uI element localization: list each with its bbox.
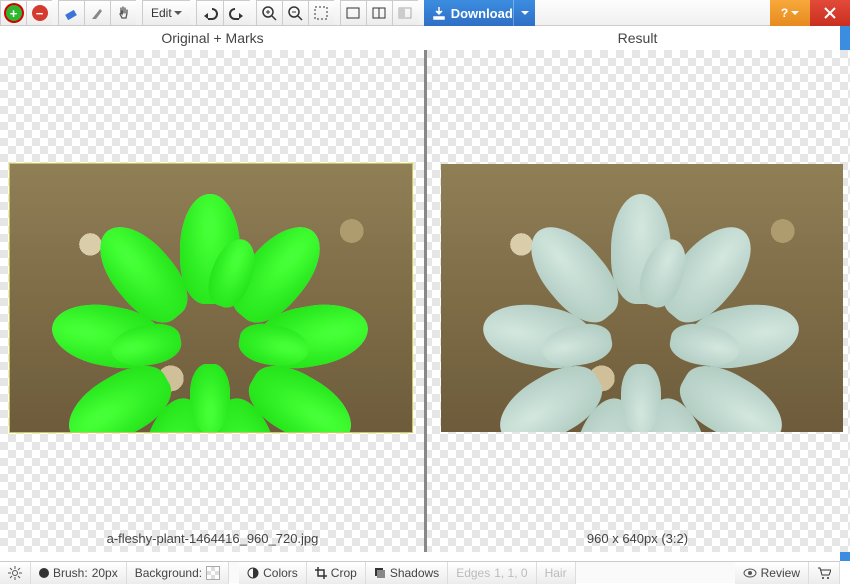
help-button[interactable]: ?: [770, 0, 810, 26]
edit-label: Edit: [151, 6, 172, 20]
fit-button[interactable]: [308, 0, 334, 26]
shadows-label: Shadows: [390, 566, 439, 580]
close-button[interactable]: [810, 0, 850, 26]
contrast-icon: [247, 567, 259, 579]
eye-icon: [743, 568, 757, 578]
filename-label: a-fleshy-plant-1464416_960_720.jpg: [0, 531, 425, 546]
left-header: Original + Marks: [0, 30, 425, 46]
result-pane[interactable]: [427, 50, 850, 552]
download-button[interactable]: Download: [424, 0, 535, 26]
brush-dot-icon: [39, 568, 49, 578]
zoom-in-button[interactable]: [256, 0, 282, 26]
colors-button[interactable]: Colors: [239, 562, 307, 584]
view-3-button[interactable]: [392, 0, 418, 26]
help-label: ?: [781, 6, 788, 20]
edges-label: Edges: [456, 566, 490, 580]
top-toolbar: + − Edit Download ?: [0, 0, 850, 26]
cart-icon: [817, 567, 831, 579]
bottom-toolbar: Brush: 20px Background: Colors Crop Shad…: [0, 561, 840, 583]
colors-label: Colors: [263, 566, 298, 580]
add-mark-button[interactable]: +: [0, 0, 26, 26]
edit-menu[interactable]: Edit: [142, 0, 190, 26]
brush-label: Brush:: [53, 566, 88, 580]
right-header: Result: [425, 30, 850, 46]
crop-label: Crop: [331, 566, 357, 580]
hair-label: Hair: [545, 566, 567, 580]
edges-values: 1, 1, 0: [494, 566, 527, 580]
edges-button[interactable]: Edges 1, 1, 0: [448, 562, 536, 584]
download-label: Download: [451, 6, 513, 21]
original-image[interactable]: [10, 164, 412, 432]
download-split[interactable]: [513, 0, 535, 26]
redo-button[interactable]: [223, 0, 250, 26]
settings-button[interactable]: [0, 562, 31, 584]
background-button[interactable]: Background:: [127, 562, 229, 584]
green-mark-overlay: [105, 194, 315, 404]
shadows-button[interactable]: Shadows: [366, 562, 448, 584]
brush-size: 20px: [92, 566, 118, 580]
background-label: Background:: [135, 566, 202, 580]
knife-button[interactable]: [84, 0, 110, 26]
hair-button[interactable]: Hair: [537, 562, 576, 584]
eraser-button[interactable]: [58, 0, 84, 26]
background-swatch: [206, 566, 220, 580]
remove-mark-button[interactable]: −: [26, 0, 52, 26]
info-footer: a-fleshy-plant-1464416_960_720.jpg 960 x…: [0, 531, 850, 546]
crop-button[interactable]: Crop: [307, 562, 366, 584]
single-view-button[interactable]: [340, 0, 366, 26]
split-view-button[interactable]: [366, 0, 392, 26]
zoom-out-button[interactable]: [282, 0, 308, 26]
undo-button[interactable]: [196, 0, 223, 26]
crop-icon: [315, 567, 327, 579]
cart-button[interactable]: [809, 562, 840, 584]
review-button[interactable]: Review: [735, 562, 809, 584]
review-label: Review: [761, 566, 800, 580]
original-pane[interactable]: [0, 50, 424, 552]
result-image: [441, 164, 843, 432]
dimensions-label: 960 x 640px (3:2): [425, 531, 850, 546]
pane-headers: Original + Marks Result: [0, 26, 850, 50]
brush-size-button[interactable]: Brush: 20px: [31, 562, 127, 584]
shadows-icon: [374, 567, 386, 579]
gear-icon: [8, 566, 22, 580]
pan-button[interactable]: [110, 0, 136, 26]
canvas-area: a-fleshy-plant-1464416_960_720.jpg 960 x…: [0, 50, 850, 552]
